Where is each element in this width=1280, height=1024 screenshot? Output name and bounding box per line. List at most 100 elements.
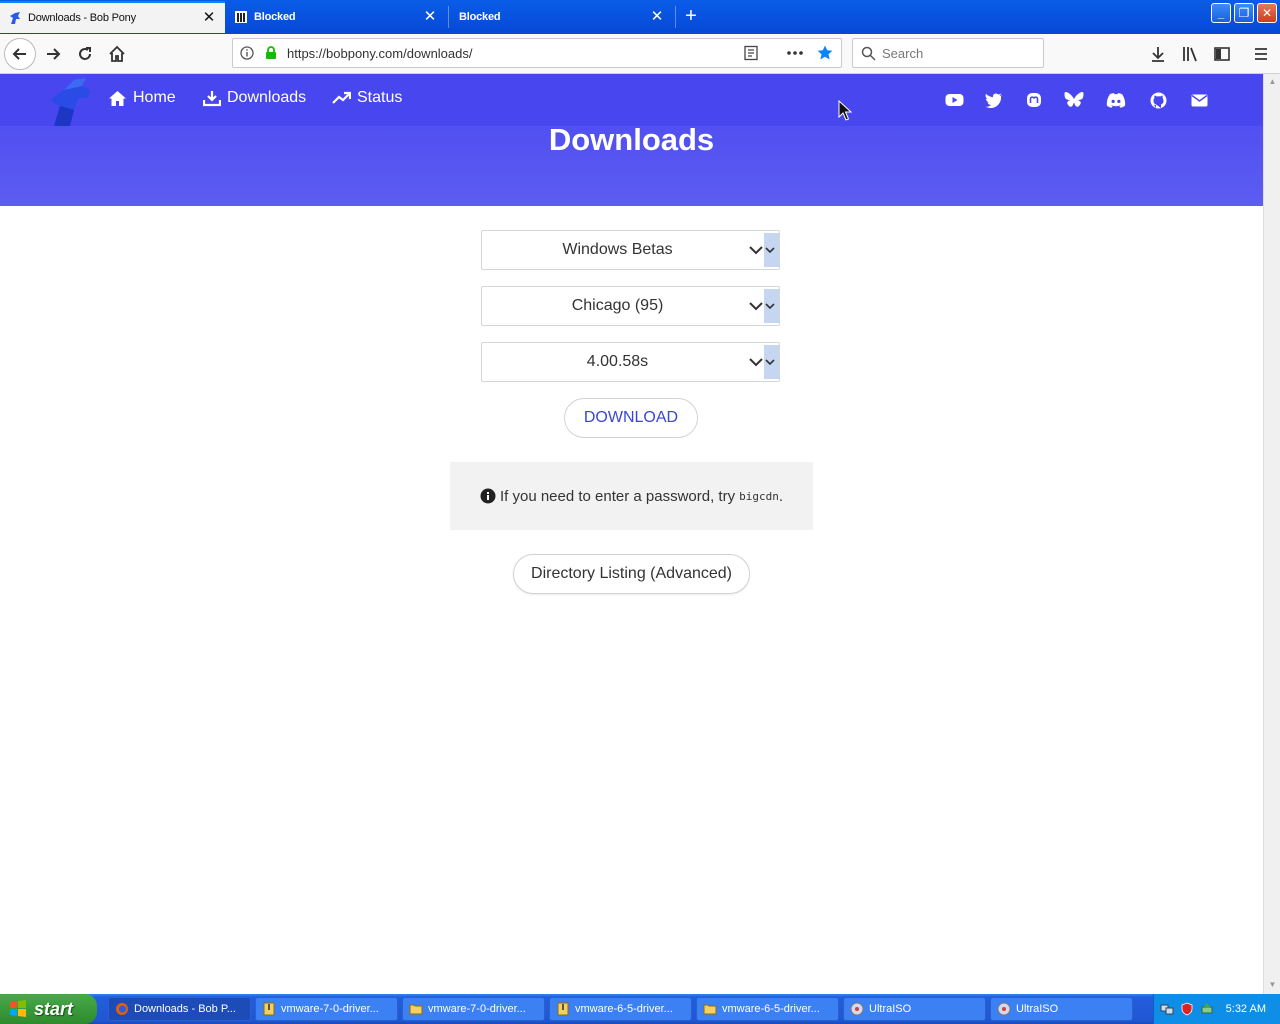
close-tab-icon[interactable]: ✕ (649, 9, 665, 25)
discord-icon[interactable] (1106, 90, 1126, 110)
taskbar-item-vmware-7-0-folder[interactable]: vmware-7-0-driver... (402, 997, 545, 1021)
url-bar[interactable]: https://bobpony.com/downloads/ (232, 38, 842, 68)
url-text[interactable]: https://bobpony.com/downloads/ (287, 46, 737, 61)
home-icon (109, 90, 126, 106)
info-icon (480, 488, 496, 504)
blocked-page-icon (234, 10, 248, 24)
bob-pony-logo[interactable] (44, 76, 96, 128)
menu-button[interactable] (1250, 43, 1272, 65)
taskbar-item-firefox[interactable]: Downloads - Bob P... (108, 997, 251, 1021)
twitter-icon[interactable] (984, 90, 1004, 110)
mail-icon[interactable] (1189, 90, 1209, 110)
clock[interactable]: 5:32 AM (1226, 1003, 1266, 1015)
password-hint-box: If you need to enter a password, try big… (450, 462, 813, 530)
page-header: Home Downloads Status Downloads (0, 74, 1263, 206)
browser-tab-strip: Downloads - Bob Pony ✕ Blocked ✕ Blocked… (0, 0, 1280, 34)
new-tab-button[interactable]: + (680, 4, 702, 28)
nav-downloads-label: Downloads (227, 89, 307, 106)
taskbar-item-vmware-6-5-archive[interactable]: vmware-6-5-driver... (549, 997, 692, 1021)
tab-label: Blocked (254, 11, 296, 23)
restore-window-button[interactable]: ❐ (1234, 3, 1254, 23)
chevron-down-icon (749, 287, 779, 325)
nav-downloads-link[interactable]: Downloads (203, 89, 306, 107)
page-actions-icon[interactable] (785, 43, 805, 63)
nav-status-label: Status (357, 89, 403, 106)
password-hint-code: bigcdn (739, 489, 779, 503)
archive-icon (556, 1002, 570, 1016)
bluesky-icon[interactable] (1064, 90, 1084, 110)
start-button[interactable]: start (0, 994, 97, 1024)
download-arrow-icon (1152, 47, 1164, 62)
product-select[interactable]: Chicago (95) (481, 286, 780, 326)
page-title: Downloads (548, 122, 715, 157)
security-shield-icon[interactable] (1180, 1002, 1194, 1016)
tab-blocked[interactable]: Blocked ✕ (226, 1, 446, 33)
bookmark-star-icon[interactable] (815, 43, 835, 63)
nav-status-link[interactable]: Status (332, 89, 402, 107)
disc-icon (850, 1002, 864, 1016)
nav-home-link[interactable]: Home (108, 89, 176, 107)
back-button[interactable] (4, 38, 36, 70)
scroll-up-icon[interactable]: ▲ (1267, 77, 1278, 88)
network-icon[interactable] (1160, 1002, 1174, 1016)
github-icon[interactable] (1148, 90, 1168, 110)
tab-label: Blocked (459, 11, 501, 23)
page-viewport: Home Downloads Status Downloads Windows … (0, 74, 1263, 994)
category-select[interactable]: Windows Betas (481, 230, 780, 270)
mastodon-icon[interactable] (1024, 90, 1044, 110)
library-button[interactable] (1179, 43, 1201, 65)
safely-remove-hardware-icon[interactable] (1200, 1002, 1214, 1016)
system-tray: 5:32 AM (1153, 994, 1280, 1024)
site-info-icon[interactable] (237, 43, 257, 63)
hamburger-menu-icon (1255, 48, 1267, 60)
firefox-icon (115, 1002, 129, 1016)
trend-icon (332, 91, 351, 104)
disc-icon (997, 1002, 1011, 1016)
close-tab-icon[interactable]: ✕ (422, 9, 438, 25)
windows-taskbar: start Downloads - Bob P... vmware-7-0-dr… (0, 994, 1280, 1024)
taskbar-item-label: vmware-7-0-driver... (428, 1003, 526, 1015)
download-button[interactable]: DOWNLOAD (564, 398, 698, 438)
home-icon (109, 45, 125, 62)
tab-downloads-bob-pony[interactable]: Downloads - Bob Pony ✕ (0, 1, 225, 33)
reload-button[interactable] (69, 38, 101, 70)
home-button[interactable] (101, 38, 133, 70)
build-select[interactable]: 4.00.58s (481, 342, 780, 382)
site-navbar: Home Downloads Status (0, 74, 1263, 126)
taskbar-item-vmware-7-0-archive[interactable]: vmware-7-0-driver... (255, 997, 398, 1021)
directory-listing-button[interactable]: Directory Listing (Advanced) (513, 554, 750, 594)
taskbar-item-label: vmware-7-0-driver... (281, 1003, 379, 1015)
category-select-value: Windows Betas (562, 241, 673, 258)
taskbar-item-label: Downloads - Bob P... (134, 1003, 236, 1015)
taskbar-item-label: vmware-6-5-driver... (575, 1003, 673, 1015)
close-window-button[interactable]: ✕ (1257, 3, 1277, 23)
windows-logo-icon (10, 1000, 26, 1017)
sidebar-icon (1214, 47, 1230, 61)
taskbar-item-ultraiso[interactable]: UltraISO (843, 997, 986, 1021)
start-label: start (34, 998, 74, 1019)
close-tab-icon[interactable]: ✕ (201, 10, 217, 26)
scroll-down-icon[interactable]: ▼ (1267, 980, 1278, 991)
minimize-window-button[interactable]: _ (1211, 3, 1231, 23)
taskbar-item-vmware-6-5-folder[interactable]: vmware-6-5-driver... (696, 997, 839, 1021)
sidebar-toggle-button[interactable] (1211, 43, 1233, 65)
folder-icon (409, 1002, 423, 1016)
youtube-icon[interactable] (944, 90, 964, 110)
reader-view-icon[interactable] (741, 43, 761, 63)
product-select-value: Chicago (95) (571, 297, 664, 314)
tab-blocked-2[interactable]: Blocked ✕ (449, 1, 673, 33)
lock-icon[interactable] (261, 43, 281, 63)
search-icon (861, 46, 876, 61)
search-bar[interactable]: Search (852, 38, 1044, 68)
bobpony-favicon-icon (8, 11, 22, 25)
tab-label: Downloads - Bob Pony (28, 12, 136, 24)
downloads-toolbar-button[interactable] (1147, 43, 1169, 65)
tab-divider (675, 6, 676, 28)
forward-button[interactable] (37, 38, 69, 70)
build-select-value: 4.00.58s (586, 353, 649, 370)
page-scrollbar[interactable]: ▲ ▼ (1263, 74, 1280, 994)
taskbar-item-label: UltraISO (869, 1003, 912, 1015)
search-input[interactable]: Search (882, 46, 923, 61)
mouse-cursor-icon (838, 99, 853, 127)
taskbar-item-ultraiso-2[interactable]: UltraISO (990, 997, 1133, 1021)
